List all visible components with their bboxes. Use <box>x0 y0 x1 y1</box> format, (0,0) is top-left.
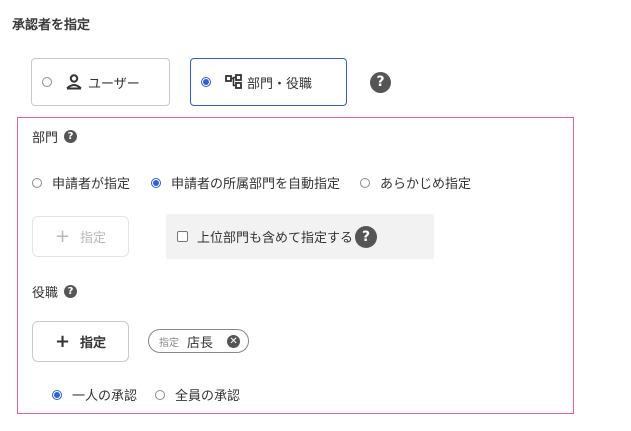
department-mode-radio-group: 申請者が指定 申請者の所属部門を自動指定 あらかじめ指定 <box>32 173 471 192</box>
radio-icon[interactable] <box>32 177 42 188</box>
remove-chip-icon[interactable]: ✕ <box>227 334 241 348</box>
dept-option-label: 申請者が指定 <box>52 177 131 192</box>
include-upper-help-icon[interactable]: ? <box>355 225 378 248</box>
include-upper-checkbox[interactable] <box>177 231 188 242</box>
assign-button-label: 指定 <box>80 336 107 351</box>
department-assign-button[interactable]: + 指定 <box>32 216 129 257</box>
help-icon[interactable]: ? <box>370 72 391 93</box>
approval-option-all[interactable]: 全員の承認 <box>155 385 240 404</box>
dept-option-preset[interactable]: あらかじめ指定 <box>360 173 471 192</box>
dept-option-label: あらかじめ指定 <box>380 177 472 192</box>
radio-icon[interactable] <box>155 389 166 400</box>
department-position-panel: 部門 ? 申請者が指定 申請者の所属部門を自動指定 あらかじめ指定 + 指定 上… <box>17 117 574 414</box>
department-label: 部門 <box>32 131 59 146</box>
position-label: 役職 <box>32 286 59 301</box>
person-icon <box>65 74 83 90</box>
dept-type-label: 部門・役職 <box>247 76 313 92</box>
department-section-label: 部門 ? <box>32 127 78 146</box>
include-upper-dept-option[interactable]: 上位部門も含めて指定する ? <box>166 214 434 259</box>
user-type-label: ユーザー <box>88 76 140 92</box>
position-assign-button[interactable]: + 指定 <box>32 321 129 362</box>
radio-icon[interactable] <box>151 177 162 188</box>
include-upper-label: 上位部門も含めて指定する <box>197 231 354 246</box>
position-section-label: 役職 ? <box>32 282 78 301</box>
approval-option-label: 全員の承認 <box>175 389 241 404</box>
department-help-icon[interactable]: ? <box>64 130 78 143</box>
plus-icon: + <box>54 225 71 247</box>
approval-option-one[interactable]: 一人の承認 <box>52 385 137 404</box>
dept-type-radio[interactable] <box>201 77 211 87</box>
plus-icon: + <box>54 330 71 352</box>
user-type-radio[interactable] <box>42 77 52 87</box>
user-type-button[interactable]: ユーザー <box>31 58 170 106</box>
approval-option-label: 一人の承認 <box>72 389 138 404</box>
assign-button-label: 指定 <box>80 231 107 246</box>
approval-mode-radio-group: 一人の承認 全員の承認 <box>52 385 240 404</box>
dept-option-applicant[interactable]: 申請者が指定 <box>32 173 130 192</box>
position-chip: 指定 店長 ✕ <box>148 329 250 353</box>
radio-icon[interactable] <box>360 177 371 188</box>
dept-option-label: 申請者の所属部門を自動指定 <box>171 177 341 192</box>
chip-tag: 指定 <box>159 337 179 349</box>
chip-value: 店長 <box>187 335 214 351</box>
dept-option-auto[interactable]: 申請者の所属部門を自動指定 <box>151 173 340 192</box>
org-chart-icon <box>225 74 243 90</box>
dept-type-button[interactable]: 部門・役職 <box>190 58 347 106</box>
page-title: 承認者を指定 <box>12 18 91 33</box>
radio-icon[interactable] <box>52 389 62 400</box>
position-help-icon[interactable]: ? <box>64 285 78 298</box>
